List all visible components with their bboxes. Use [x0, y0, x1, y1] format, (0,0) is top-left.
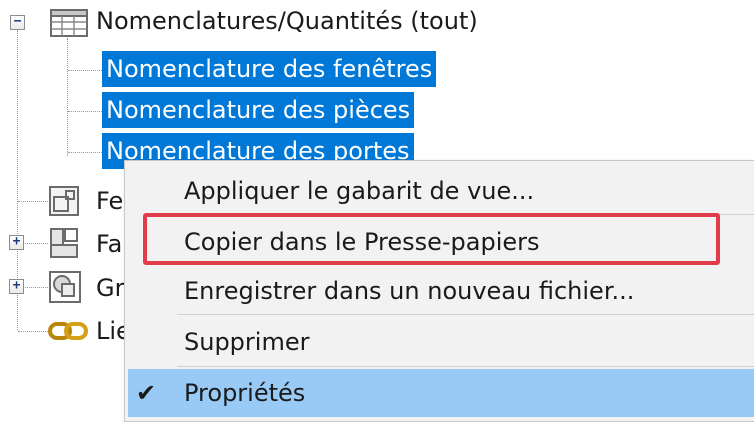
tree-line [18, 331, 48, 332]
family-icon [48, 226, 82, 264]
menu-item-apply-view-template[interactable]: Appliquer le gabarit de vue... [125, 167, 754, 215]
collapse-toggle[interactable]: − [10, 15, 25, 30]
table-icon [50, 9, 88, 41]
tree-node-schedules[interactable]: Nomenclatures/Quantités (tout) [96, 6, 478, 36]
tree-node-sheets[interactable]: Fe [96, 186, 123, 216]
menu-item-label: Appliquer le gabarit de vue... [184, 177, 535, 205]
expand-toggle[interactable]: + [9, 235, 24, 250]
tree-node-families[interactable]: Fa [96, 229, 122, 259]
tree-line [18, 201, 48, 202]
expand-toggle[interactable]: + [9, 279, 24, 294]
group-icon [48, 270, 82, 308]
menu-item-label: Enregistrer dans un nouveau fichier... [184, 277, 635, 305]
annotation-highlight-box [143, 213, 720, 265]
tree-line [25, 243, 48, 244]
context-menu: Appliquer le gabarit de vue... Copier da… [124, 160, 754, 422]
sheet-icon [48, 185, 80, 221]
tree-line [67, 38, 68, 156]
checkmark-icon: ✔ [136, 379, 157, 407]
menu-separator [177, 314, 754, 315]
tree-line [68, 152, 102, 153]
menu-item-save-to-new-file[interactable]: Enregistrer dans un nouveau fichier... [125, 267, 754, 315]
menu-item-label: Propriétés [184, 379, 306, 407]
menu-item-label: Supprimer [184, 328, 310, 356]
menu-item-properties[interactable]: ✔ Propriétés [128, 369, 754, 417]
tree-node-groups[interactable]: Gr [96, 273, 124, 303]
tree-line [68, 70, 102, 71]
menu-item-delete[interactable]: Supprimer [125, 318, 754, 366]
menu-separator [177, 366, 754, 367]
tree-line [25, 287, 48, 288]
link-icon [48, 320, 88, 346]
tree-node-window-schedule[interactable]: Nomenclature des fenêtres [102, 51, 437, 87]
tree-line [68, 111, 102, 112]
tree-node-room-schedule[interactable]: Nomenclature des pièces [102, 92, 415, 128]
